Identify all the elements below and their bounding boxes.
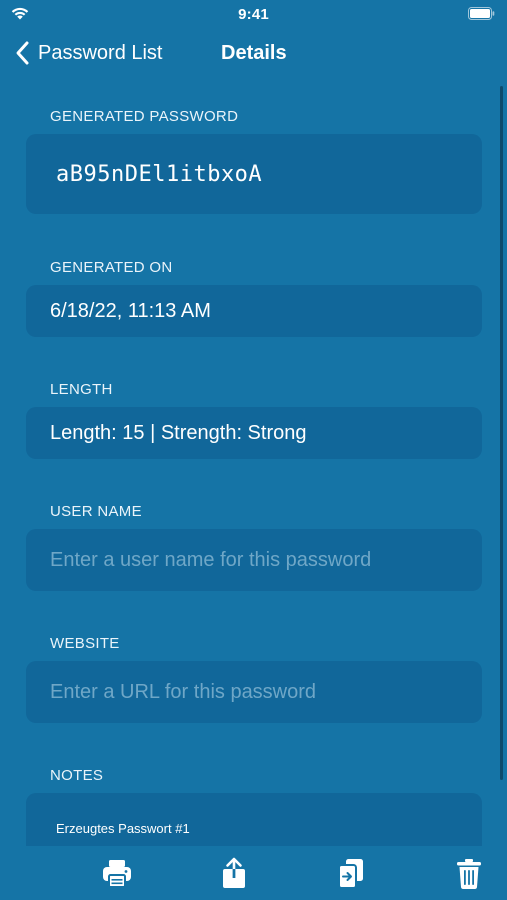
page-title: Details: [221, 42, 287, 64]
back-button[interactable]: Password List: [14, 38, 163, 68]
user-name-label: USER NAME: [50, 503, 142, 520]
website-placeholder: Enter a URL for this password: [50, 680, 317, 703]
scrollbar[interactable]: [500, 86, 503, 780]
generated-on-field: 6/18/22, 11:13 AM: [26, 285, 482, 337]
website-label: WEBSITE: [50, 635, 120, 652]
website-input[interactable]: Enter a URL for this password: [26, 661, 482, 723]
generated-on-label: GENERATED ON: [50, 259, 173, 276]
share-icon[interactable]: [217, 856, 251, 890]
copy-icon[interactable]: [334, 856, 368, 890]
details-form: GENERATED PASSWORD aB95nDEl1itbxoA GENER…: [0, 76, 507, 846]
length-value: Length: 15 | Strength: Strong: [50, 421, 307, 444]
generated-password-field[interactable]: aB95nDEl1itbxoA: [26, 134, 482, 214]
user-name-input[interactable]: Enter a user name for this password: [26, 529, 482, 591]
generated-password-value: aB95nDEl1itbxoA: [56, 161, 263, 187]
notes-value: Erzeugtes Passwort #1: [56, 821, 190, 836]
notes-textarea[interactable]: Erzeugtes Passwort #1: [26, 793, 482, 846]
notes-label: NOTES: [50, 767, 104, 784]
status-time: 9:41: [238, 6, 269, 23]
status-bar: 9:41: [0, 0, 507, 30]
printer-icon[interactable]: [100, 856, 134, 890]
back-button-label: Password List: [38, 41, 163, 64]
chevron-left-icon: [16, 41, 29, 65]
length-label: LENGTH: [50, 381, 113, 398]
generated-password-label: GENERATED PASSWORD: [50, 108, 239, 125]
length-field: Length: 15 | Strength: Strong: [26, 407, 482, 459]
bottom-toolbar: [0, 846, 507, 900]
user-name-placeholder: Enter a user name for this password: [50, 548, 372, 571]
generated-on-value: 6/18/22, 11:13 AM: [50, 299, 211, 322]
trash-icon[interactable]: [452, 856, 486, 890]
battery-icon: [468, 7, 495, 20]
navigation-bar: Password List Details: [0, 30, 507, 76]
